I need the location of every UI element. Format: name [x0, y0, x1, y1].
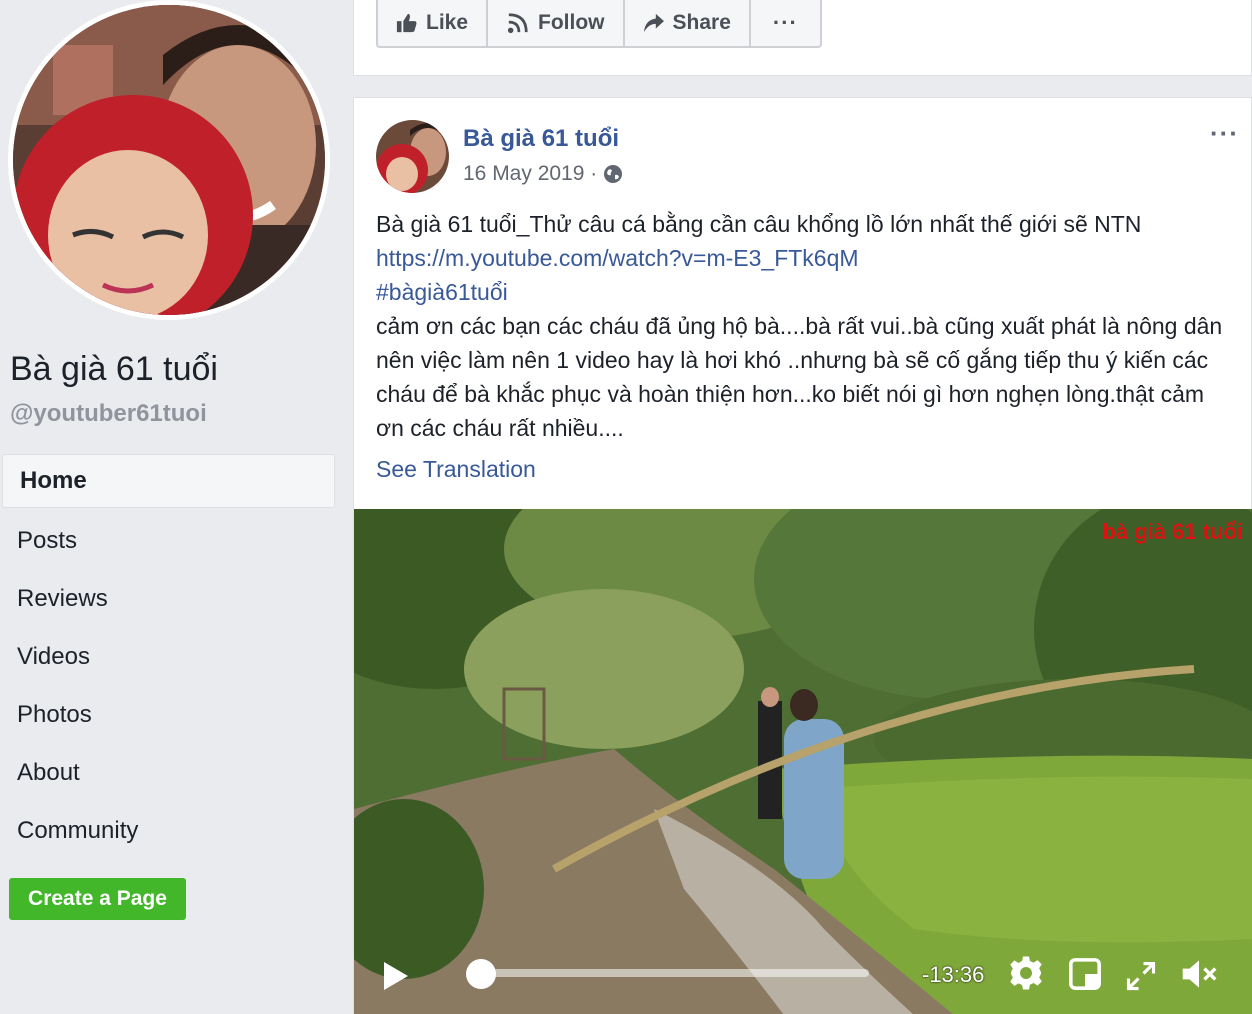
youtube-link[interactable]: https://m.youtube.com/watch?v=m-E3_FTk6q…	[376, 241, 1236, 275]
play-icon[interactable]	[382, 961, 410, 991]
nav-item-home[interactable]: Home	[2, 454, 335, 508]
gear-icon[interactable]	[1008, 955, 1044, 991]
post-text: Bà già 61 tuổi_Thử câu cá bằng cần câu k…	[376, 207, 1236, 445]
post-author-avatar[interactable]	[376, 120, 449, 193]
video-scrubber[interactable]	[474, 969, 869, 977]
more-actions-button[interactable]: ···	[751, 0, 820, 46]
fullscreen-icon[interactable]	[1126, 961, 1156, 991]
action-bar: Like Follow Share ···	[376, 0, 822, 48]
muted-speaker-icon[interactable]	[1180, 957, 1218, 991]
globe-icon	[604, 165, 623, 183]
nav-item-reviews[interactable]: Reviews	[0, 570, 335, 628]
post-meta: 16 May 2019 ·	[463, 162, 623, 186]
profile-photo-image	[13, 5, 325, 315]
post-paragraph: cảm ơn các bạn các cháu đã ủng hộ bà....…	[376, 313, 1223, 441]
page-name[interactable]: Bà già 61 tuổi	[10, 350, 218, 389]
page-actions-card: Like Follow Share ···	[353, 0, 1252, 76]
video-watermark: bà già 61 tuổi	[1102, 519, 1243, 544]
video-player[interactable]: bà già 61 tuổi -13:36	[354, 509, 1252, 1014]
nav-item-community[interactable]: Community	[0, 802, 335, 860]
left-column: Bà già 61 tuổi @youtuber61tuoi Home Post…	[0, 0, 345, 1014]
nav-item-videos[interactable]: Videos	[0, 628, 335, 686]
post-author-name[interactable]: Bà già 61 tuổi	[463, 125, 619, 153]
page-handle[interactable]: @youtuber61tuoi	[10, 400, 207, 428]
nav-item-posts[interactable]: Posts	[0, 512, 335, 570]
see-translation-link[interactable]: See Translation	[376, 456, 536, 483]
more-icon: ···	[772, 10, 798, 35]
like-button[interactable]: Like	[378, 0, 489, 46]
nav-item-photos[interactable]: Photos	[0, 686, 335, 744]
share-label: Share	[672, 11, 731, 34]
follow-label: Follow	[538, 11, 605, 34]
profile-picture[interactable]	[8, 0, 330, 320]
nav-item-about[interactable]: About	[0, 744, 335, 802]
page-navigation: Home Posts Reviews Videos Photos About C…	[0, 454, 335, 860]
post-title-line: Bà già 61 tuổi_Thử câu cá bằng cần câu k…	[376, 211, 1142, 237]
thumbs-up-icon	[396, 13, 417, 33]
hashtag-link[interactable]: #bàgià61tuổi	[376, 275, 1236, 309]
create-page-button[interactable]: Create a Page	[9, 878, 186, 920]
post-options-button[interactable]: ···	[1210, 118, 1239, 149]
video-controls: -13:36	[354, 935, 1252, 1014]
follow-button[interactable]: Follow	[488, 0, 625, 46]
share-button[interactable]: Share	[625, 0, 751, 46]
post-date[interactable]: 16 May 2019 ·	[463, 162, 597, 186]
rss-icon	[507, 13, 528, 34]
scrubber-handle[interactable]	[466, 959, 496, 989]
like-label: Like	[426, 11, 469, 34]
avatar-image	[376, 120, 449, 193]
post-card: Bà già 61 tuổi 16 May 2019 · ··· Bà già …	[353, 97, 1252, 1014]
share-arrow-icon	[643, 13, 664, 33]
video-time-remaining: -13:36	[922, 962, 985, 987]
picture-in-picture-icon[interactable]	[1068, 957, 1102, 991]
